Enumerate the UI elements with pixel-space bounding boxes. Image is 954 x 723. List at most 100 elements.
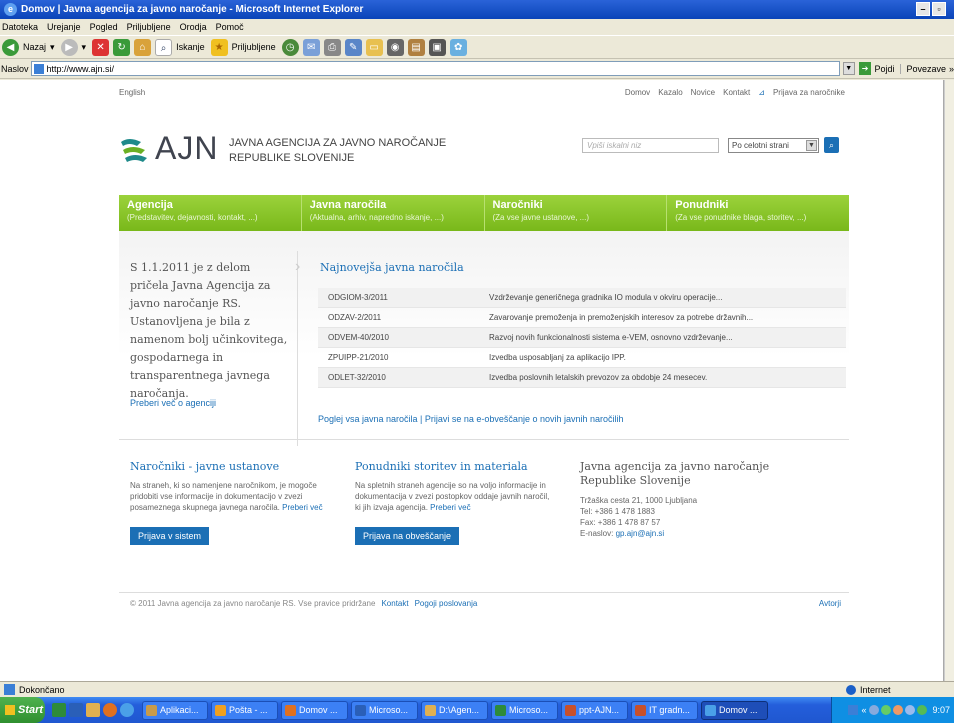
ajn-logo-icon[interactable] xyxy=(119,134,149,164)
menu-pogled[interactable]: Pogled xyxy=(90,22,118,32)
quicklaunch-word-icon[interactable] xyxy=(69,703,83,717)
stop-icon[interactable]: ✕ xyxy=(92,38,110,56)
edit-icon[interactable]: ✎ xyxy=(344,38,362,56)
task-domov-active[interactable]: Domov ... xyxy=(701,700,768,720)
task-domov-1[interactable]: Domov ... xyxy=(281,700,348,720)
util-link-prijava[interactable]: Prijava za naročnike xyxy=(773,88,845,97)
zone-label: Internet xyxy=(860,684,891,695)
tray-icon-2[interactable] xyxy=(881,705,892,715)
start-button[interactable]: Start xyxy=(0,697,45,723)
search-label[interactable]: Iskanje xyxy=(176,42,205,52)
quicklaunch-excel-icon[interactable] xyxy=(52,703,66,717)
tender-row[interactable]: ODVEM-40/2010 Razvoj novih funkcionalnost… xyxy=(318,328,846,348)
vertical-scrollbar[interactable] xyxy=(944,80,954,681)
links-label[interactable]: Povezave xyxy=(900,63,946,74)
window-title-bar[interactable]: e Domov | Javna agencija za javno naroča… xyxy=(0,0,954,19)
nav-javna-narocila[interactable]: Javna naročila (Aktualna, arhiv, napredn… xyxy=(302,195,485,231)
util-link-novice[interactable]: Novice xyxy=(691,88,715,97)
col-narocniki-title[interactable]: Naročniki - javne ustanove xyxy=(130,460,330,473)
media-icon[interactable]: ▣ xyxy=(428,38,446,56)
go-arrow-icon[interactable]: ➔ xyxy=(858,62,872,75)
tender-row[interactable]: ODZAV-2/2011 Zavarovanje premoženja in pr… xyxy=(318,308,846,328)
footer-terms-link[interactable]: Pogoji poslovanja xyxy=(415,599,478,608)
task-folder-agen[interactable]: D:\Agen... xyxy=(421,700,488,720)
tray-expand-icon[interactable]: « xyxy=(861,705,866,715)
search-input[interactable]: Vpiši iskalni niz xyxy=(582,138,719,153)
util-link-kazalo[interactable]: Kazalo xyxy=(658,88,682,97)
col-ponudniki-read-more[interactable]: Preberi več xyxy=(430,503,470,512)
footer-contact-link[interactable]: Kontakt xyxy=(381,599,408,608)
quicklaunch-ie-icon[interactable] xyxy=(120,703,134,717)
research-icon[interactable]: ▤ xyxy=(407,38,425,56)
task-ppt-ajn[interactable]: ppt-AJN... xyxy=(561,700,628,720)
quicklaunch-firefox-icon[interactable] xyxy=(103,703,117,717)
quicklaunch-folder-icon[interactable] xyxy=(86,703,100,717)
print-icon[interactable]: ⎙ xyxy=(323,38,341,56)
favorites-star-icon[interactable]: ★ xyxy=(210,38,228,56)
menu-priljubljene[interactable]: Priljubljene xyxy=(127,22,171,32)
refresh-icon[interactable]: ↻ xyxy=(113,38,131,56)
home-icon[interactable]: ⌂ xyxy=(134,38,152,56)
address-dropdown-icon[interactable]: ▼ xyxy=(842,62,855,75)
favorites-label[interactable]: Priljubljene xyxy=(232,42,276,52)
minimize-button[interactable]: – xyxy=(916,2,930,16)
tenders-footer-links[interactable]: Poglej vsa javna naročila | Prijavi se n… xyxy=(318,414,624,424)
task-icon xyxy=(355,704,366,716)
tray-icon-4[interactable] xyxy=(905,705,916,715)
menu-datoteka[interactable]: Datoteka xyxy=(2,22,38,32)
rss-icon[interactable]: ⊿ xyxy=(758,88,765,97)
tenders-title[interactable]: Najnovejša javna naročila xyxy=(320,261,464,274)
clock[interactable]: 9:07 xyxy=(932,705,950,715)
forward-dropdown-icon[interactable]: ▾ xyxy=(82,42,87,53)
address-input[interactable]: http://www.ajn.si/ xyxy=(30,61,840,76)
nav-ponudniki[interactable]: Ponudniki (Za vse ponudnike blaga, stori… xyxy=(667,195,849,231)
util-link-kontakt[interactable]: Kontakt xyxy=(723,88,750,97)
menu-pomoc[interactable]: Pomoč xyxy=(216,22,244,32)
links-chevron-icon[interactable]: » xyxy=(949,64,954,74)
footer-authors-link[interactable]: Avtorji xyxy=(819,599,841,608)
task-microsoft-word[interactable]: Microso... xyxy=(351,700,418,720)
logo-text[interactable]: AJN xyxy=(155,130,218,167)
task-posta[interactable]: Pošta - ... xyxy=(211,700,278,720)
col-narocniki: Naročniki - javne ustanove Na straneh, k… xyxy=(130,460,330,545)
search-scope-select[interactable]: Po celotni strani ▼ xyxy=(728,138,819,153)
maximize-button[interactable]: ▫ xyxy=(932,2,946,16)
tender-row[interactable]: ODLET-32/2010 Izvedba poslovnih letalskih… xyxy=(318,368,846,388)
intro-read-more-link[interactable]: Preberi več o agenciji xyxy=(130,398,216,408)
task-aplikaci[interactable]: Aplikaci... xyxy=(142,700,208,720)
mail-icon[interactable]: ✉ xyxy=(302,38,320,56)
tender-row[interactable]: ZPUIPP-21/2010 Izvedba usposabljanj za ap… xyxy=(318,348,846,368)
extra-tool-icon[interactable]: ✿ xyxy=(449,38,467,56)
tray-network-icon[interactable] xyxy=(848,705,859,715)
menu-orodja[interactable]: Orodja xyxy=(180,22,207,32)
col-narocniki-read-more[interactable]: Preberi več xyxy=(282,503,322,512)
login-button[interactable]: Prijava v sistem xyxy=(130,527,210,545)
back-dropdown-icon[interactable]: ▾ xyxy=(50,42,55,53)
util-link-domov[interactable]: Domov xyxy=(625,88,650,97)
messenger-icon[interactable]: ◉ xyxy=(386,38,404,56)
nav-agencija[interactable]: Agencija (Predstavitev, dejavnosti, kont… xyxy=(119,195,302,231)
contact-tel: Tel: +386 1 478 1883 xyxy=(580,507,655,516)
search-button[interactable]: ⌕ xyxy=(824,137,839,153)
notification-signup-button[interactable]: Prijava na obveščanje xyxy=(355,527,460,545)
back-label[interactable]: Nazaj xyxy=(23,42,46,52)
go-button[interactable]: Pojdi xyxy=(874,64,894,74)
tray-icon-1[interactable] xyxy=(869,705,880,715)
nav-narocniki[interactable]: Naročniki (Za vse javne ustanove, ...) xyxy=(485,195,668,231)
contact-email-link[interactable]: gp.ajn@ajn.si xyxy=(616,529,665,538)
search-icon[interactable]: ⌕ xyxy=(155,38,173,56)
tray-icon-3[interactable] xyxy=(893,705,904,715)
tender-row[interactable]: ODGIOM-3/2011 Vzdrževanje generičnega gra… xyxy=(318,288,846,308)
tray-icon-5[interactable] xyxy=(917,705,928,715)
menu-urejanje[interactable]: Urejanje xyxy=(47,22,81,32)
col-ponudniki-title[interactable]: Ponudniki storitev in materiala xyxy=(355,460,550,473)
folder-icon[interactable]: ▭ xyxy=(365,38,383,56)
task-it-gradn[interactable]: IT gradn... xyxy=(631,700,698,720)
english-link[interactable]: English xyxy=(119,88,145,97)
history-icon[interactable]: ◷ xyxy=(281,38,299,56)
task-label: Domov ... xyxy=(719,705,758,715)
task-icon xyxy=(146,704,157,716)
forward-arrow-icon[interactable]: ▶ xyxy=(60,38,78,56)
task-microsoft-excel[interactable]: Microso... xyxy=(491,700,558,720)
back-arrow-icon[interactable]: ◀ xyxy=(2,38,19,56)
